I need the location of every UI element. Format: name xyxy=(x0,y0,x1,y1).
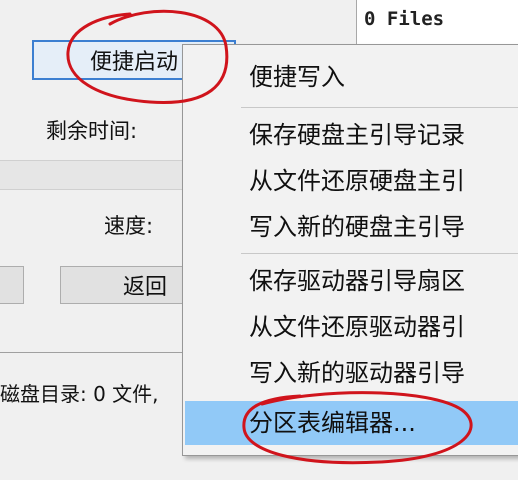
menu-item-write-new-boot-sector[interactable]: 写入新的驱动器引导 xyxy=(249,353,465,393)
files-status: 0 Files xyxy=(364,8,445,30)
menu-item-quick-write[interactable]: 便捷写入 xyxy=(249,57,345,97)
context-menu: 便捷写入 保存硬盘主引导记录 从文件还原硬盘主引 写入新的硬盘主引导 保存驱动器… xyxy=(182,44,518,456)
status-text: 磁盘目录: 0 文件, xyxy=(0,382,159,406)
progress-band xyxy=(0,160,200,190)
menu-item-save-mbr[interactable]: 保存硬盘主引导记录 xyxy=(249,115,465,155)
menu-separator xyxy=(241,107,518,108)
left-button[interactable] xyxy=(0,266,24,304)
menu-separator xyxy=(241,253,518,254)
back-button-label: 返回 xyxy=(122,275,167,300)
menu-item-restore-mbr[interactable]: 从文件还原硬盘主引 xyxy=(249,161,465,201)
menu-item-save-boot-sector[interactable]: 保存驱动器引导扇区 xyxy=(249,261,465,301)
speed-label: 速度: xyxy=(104,214,154,238)
status-separator xyxy=(0,352,200,353)
remaining-time-label: 剩余时间: xyxy=(46,119,138,143)
menu-item-partition-table-editor[interactable]: 分区表编辑器... xyxy=(249,403,416,443)
menu-item-restore-boot-sector[interactable]: 从文件还原驱动器引 xyxy=(249,307,465,347)
menu-item-write-new-mbr[interactable]: 写入新的硬盘主引导 xyxy=(249,207,465,247)
quick-boot-label: 便捷启动 xyxy=(89,50,178,75)
